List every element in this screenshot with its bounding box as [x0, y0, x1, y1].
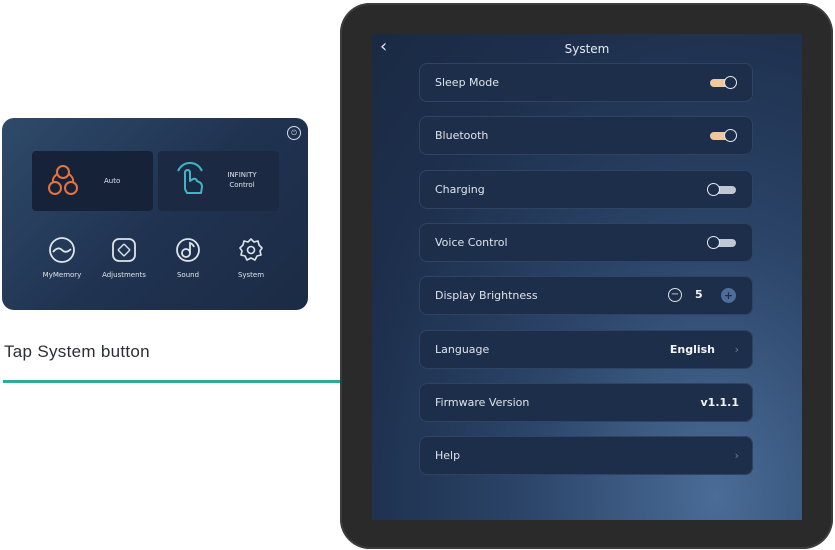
setting-label: Language [435, 343, 490, 356]
pointer-arrow-line [3, 380, 348, 383]
chevron-right-icon: › [734, 343, 739, 356]
setting-label: Charging [435, 183, 485, 196]
setting-row-charging: Charging [419, 170, 753, 209]
tile-system[interactable]: System [221, 236, 281, 279]
tile-label: Sound [176, 271, 200, 279]
voice-control-toggle[interactable] [707, 236, 737, 249]
setting-row-language[interactable]: Language English › [419, 330, 753, 369]
setting-row-firmware-version: Firmware Version v1.1.1 [419, 383, 753, 422]
setting-label: Voice Control [435, 236, 508, 249]
tile-label: Adjustments [102, 271, 146, 279]
auto-mode-icon [48, 165, 78, 195]
setting-row-voice-control: Voice Control [419, 223, 753, 262]
setting-row-sleep-mode: Sleep Mode [419, 63, 753, 102]
brightness-value: 5 [695, 288, 703, 301]
adjustments-icon [112, 238, 136, 262]
tablet-frame: ‹ System Sleep Mode Bluetooth Charging V… [340, 3, 833, 549]
tile-mymemory[interactable]: MyMemory [32, 236, 92, 279]
auto-mode-card[interactable]: Auto [32, 151, 153, 211]
sound-icon [176, 238, 200, 262]
page-title: System [564, 42, 610, 56]
setting-label: Display Brightness [435, 289, 538, 302]
infinity-control-card[interactable]: INFINITY Control [158, 151, 279, 211]
tile-sound[interactable]: Sound [158, 236, 218, 279]
auto-mode-label: Auto [104, 177, 121, 185]
brightness-decrease-button[interactable]: − [668, 288, 682, 302]
gear-icon [239, 238, 263, 261]
setting-label: Help [435, 449, 461, 462]
home-panel-preview: ⏻ Auto INFINITY Control MyMemory Adjustm… [2, 118, 308, 310]
infinity-control-label: INFINITY Control [227, 171, 257, 189]
instruction-caption: Tap System button [4, 342, 150, 361]
setting-label: Firmware Version [435, 396, 530, 409]
setting-row-help[interactable]: Help › [419, 436, 753, 475]
setting-label: Bluetooth [435, 129, 489, 142]
firmware-version-value: v1.1.1 [700, 396, 740, 409]
setting-row-display-brightness: Display Brightness − 5 + [419, 276, 753, 315]
tile-adjustments[interactable]: Adjustments [94, 236, 154, 279]
power-icon[interactable]: ⏻ [287, 126, 301, 140]
bluetooth-toggle[interactable] [707, 129, 737, 142]
chevron-right-icon: › [734, 449, 739, 462]
hand-touch-icon [177, 161, 203, 194]
system-screen: ‹ System Sleep Mode Bluetooth Charging V… [372, 34, 802, 520]
language-value: English [669, 343, 715, 356]
memory-icon [49, 237, 75, 263]
setting-row-bluetooth: Bluetooth [419, 116, 753, 155]
tile-label: MyMemory [42, 271, 82, 279]
setting-label: Sleep Mode [435, 76, 500, 89]
sleep-mode-toggle[interactable] [707, 76, 737, 89]
brightness-stepper: − 5 + [668, 288, 738, 304]
brightness-increase-button[interactable]: + [721, 288, 736, 303]
charging-toggle[interactable] [707, 183, 737, 196]
tile-label: System [237, 271, 265, 279]
